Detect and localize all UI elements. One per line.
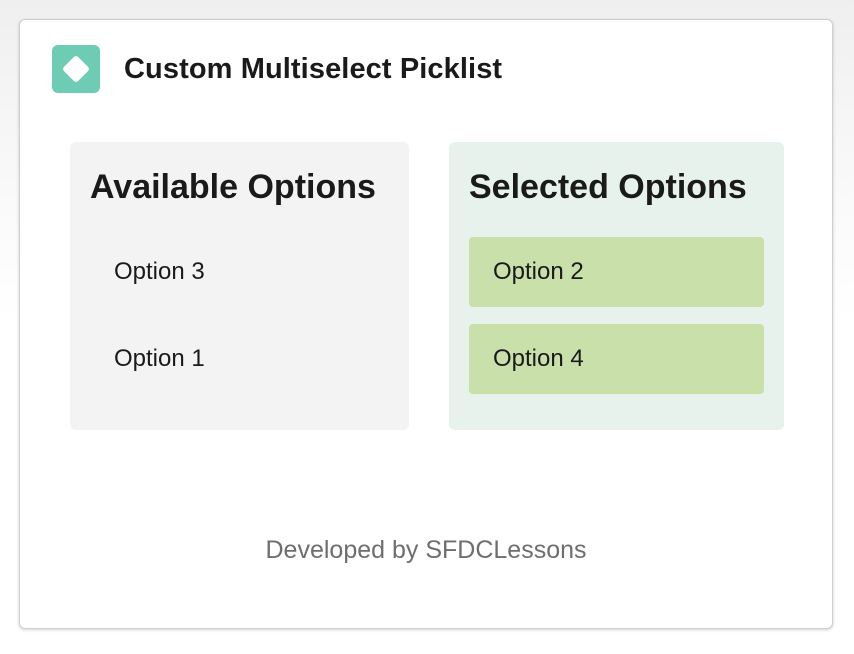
selected-options-title: Selected Options <box>469 168 747 206</box>
picklist-card: Custom Multiselect Picklist Available Op… <box>19 19 833 629</box>
available-options-panel: Available Options Option 3 Option 1 <box>70 142 409 430</box>
available-option-item[interactable]: Option 1 <box>90 324 385 394</box>
diamond-shape <box>61 54 91 84</box>
card-title: Custom Multiselect Picklist <box>124 52 503 85</box>
available-options-title: Available Options <box>90 168 376 206</box>
selected-option-item[interactable]: Option 4 <box>469 324 764 394</box>
available-option-item[interactable]: Option 3 <box>90 237 385 307</box>
selected-options-panel: Selected Options Option 2 Option 4 <box>449 142 784 430</box>
selected-option-item[interactable]: Option 2 <box>469 237 764 307</box>
diamond-icon <box>52 45 100 93</box>
footer-credit: Developed by SFDCLessons <box>265 536 587 564</box>
card-header: Custom Multiselect Picklist <box>52 45 502 93</box>
